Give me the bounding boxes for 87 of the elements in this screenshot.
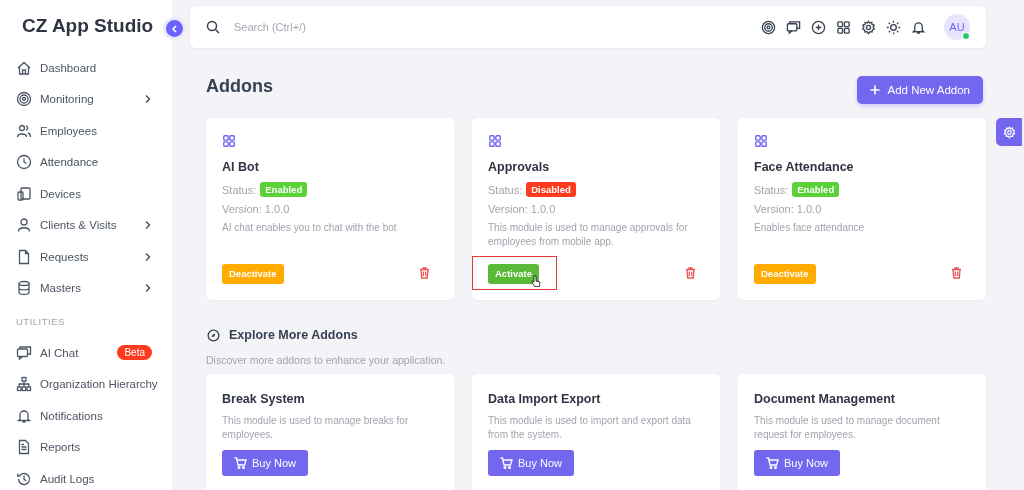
trash-icon[interactable]	[951, 266, 962, 279]
clock-icon	[16, 154, 32, 171]
chevron-right-icon	[144, 220, 152, 231]
report-icon	[16, 439, 32, 456]
version-text: Version: 1.0.0	[488, 203, 557, 215]
user-icon	[16, 217, 32, 234]
addon-description: This module is used to manage document request for employees.	[754, 414, 941, 442]
sidebar-item[interactable]: Reports	[16, 431, 172, 463]
status-label: Status:	[754, 183, 789, 196]
addon-description: This module is used to manage breaks for employees.	[222, 414, 410, 442]
bell-icon	[16, 407, 32, 424]
chevron-right-icon	[144, 251, 152, 262]
settings-icon[interactable]	[861, 19, 876, 35]
search-icon	[206, 20, 220, 34]
cart-icon	[766, 457, 779, 469]
sidebar-item[interactable]: AI Chat Beta	[16, 337, 172, 369]
sidebar-item[interactable]: Dashboard	[16, 52, 172, 84]
addon-name: Document Management	[754, 392, 896, 406]
sidebar-item[interactable]: Attendance	[16, 146, 172, 178]
status-badge: Enabled	[260, 182, 308, 197]
version-text: Version: 1.0.0	[754, 203, 823, 215]
addon-description: AI chat enables you to chat with the bot	[222, 221, 398, 235]
users-icon	[16, 122, 32, 139]
home-icon	[16, 59, 32, 76]
bell-icon[interactable]	[911, 19, 926, 35]
chevron-right-icon	[144, 94, 152, 105]
cart-icon	[500, 457, 513, 469]
target-icon	[16, 91, 32, 108]
status-badge: Enabled	[792, 182, 840, 197]
addon-description: This module is used to import and export data from the system.	[488, 414, 692, 442]
grid-icon[interactable]	[836, 19, 851, 35]
add-icon[interactable]	[811, 19, 826, 35]
devices-icon	[16, 185, 32, 202]
beta-badge: Beta	[117, 345, 152, 361]
settings-icon	[1002, 125, 1016, 139]
status-label: Status:	[488, 183, 523, 196]
sidebar-item[interactable]: Organization Hierarchy	[16, 368, 172, 400]
addon-name: Break System	[222, 392, 306, 406]
addon-name: AI Bot	[222, 160, 260, 174]
cart-icon	[234, 457, 247, 469]
sidebar-item[interactable]: Notifications	[16, 400, 172, 432]
db-icon	[16, 280, 32, 297]
grid-icon	[488, 134, 502, 148]
app-logo: CZ App Studio	[22, 15, 154, 37]
grid-icon	[222, 134, 236, 148]
settings-button[interactable]	[996, 118, 1022, 146]
chat-icon	[16, 344, 32, 361]
target-icon[interactable]	[761, 19, 776, 35]
addon-name: Face Attendance	[754, 160, 855, 174]
sidebar-item[interactable]: Employees	[16, 115, 172, 147]
status-label: Status:	[222, 183, 257, 196]
grid-icon	[754, 134, 768, 148]
file-icon	[16, 248, 32, 265]
addon-name: Approvals	[488, 160, 551, 174]
section-heading: UTILITIES	[16, 316, 66, 327]
status-badge: Disabled	[526, 182, 576, 197]
addon-description: This module is used to manage approvals for employees from mobile app.	[488, 221, 689, 249]
addon-description: Enables face attendance	[754, 221, 866, 235]
buy-now-button[interactable]: Buy Now	[488, 450, 574, 476]
add-addon-button[interactable]: Add New Addon	[856, 76, 983, 104]
trash-icon[interactable]	[419, 266, 430, 279]
sidebar-item[interactable]: Monitoring	[16, 83, 172, 115]
chevron-left-icon	[169, 23, 180, 34]
buy-now-button[interactable]: Buy Now	[222, 450, 308, 476]
sidebar-item[interactable]: Masters	[16, 272, 172, 304]
version-text: Version: 1.0.0	[222, 203, 291, 215]
collapse-sidebar-button[interactable]	[163, 17, 186, 40]
hand-cursor-icon	[531, 275, 541, 288]
trash-icon[interactable]	[685, 266, 696, 279]
chat-icon[interactable]	[786, 19, 801, 35]
plus-icon	[869, 85, 880, 95]
addon-name: Data Import Export	[488, 392, 602, 406]
section-title: Explore More Addons	[229, 328, 358, 342]
search-field[interactable]: Search (Ctrl+/)	[232, 20, 749, 34]
chevron-right-icon	[144, 283, 152, 294]
section-subtitle: Discover more addons to enhance your application.	[206, 354, 447, 366]
sidebar-item[interactable]: Requests	[16, 241, 172, 273]
buy-now-button[interactable]: Buy Now	[754, 450, 840, 476]
page-title: Addons	[206, 75, 273, 97]
compass-icon	[207, 328, 220, 342]
sidebar-item[interactable]: Devices	[16, 178, 172, 210]
user-avatar[interactable]: AU	[944, 14, 970, 40]
sidebar-item[interactable]: Audit Logs	[16, 463, 172, 490]
sun-icon[interactable]	[886, 19, 901, 35]
sidebar-item[interactable]: Clients & Visits	[16, 209, 172, 241]
history-icon	[16, 470, 32, 487]
tree-icon	[16, 376, 32, 393]
